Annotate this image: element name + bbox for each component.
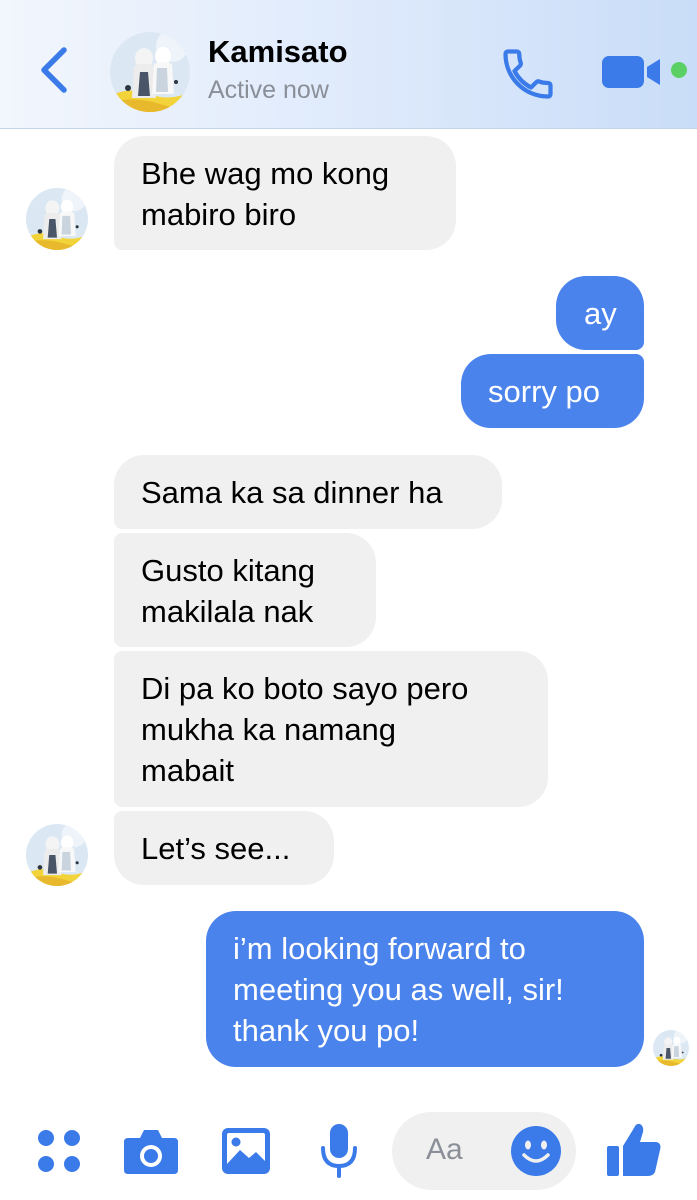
four-dots-icon[interactable]: [36, 1128, 82, 1174]
outgoing-message[interactable]: sorry po: [461, 354, 644, 428]
incoming-message[interactable]: Let’s see...: [114, 811, 334, 885]
contact-avatar-small[interactable]: [26, 188, 88, 250]
contact-name[interactable]: Kamisato: [208, 34, 348, 70]
contact-avatar[interactable]: [110, 32, 190, 112]
chevron-left-icon[interactable]: [34, 42, 74, 98]
contact-avatar-small[interactable]: [26, 824, 88, 886]
message-input[interactable]: [426, 1132, 496, 1168]
camera-icon[interactable]: [122, 1126, 180, 1178]
thumbs-up-icon[interactable]: [604, 1120, 664, 1180]
active-status-dot: [671, 62, 687, 78]
microphone-icon[interactable]: [318, 1122, 360, 1180]
incoming-message[interactable]: Bhe wag mo kong mabiro biro: [114, 136, 456, 250]
image-icon[interactable]: [220, 1126, 272, 1176]
chat-header: Kamisato Active now: [0, 0, 697, 129]
incoming-message[interactable]: Sama ka sa dinner ha: [114, 455, 502, 529]
phone-icon[interactable]: [498, 44, 558, 104]
contact-status: Active now: [208, 76, 329, 104]
outgoing-message[interactable]: ay: [556, 276, 644, 350]
outgoing-message[interactable]: i’m looking forward to meeting you as we…: [206, 911, 644, 1067]
smiley-icon[interactable]: [510, 1125, 562, 1177]
seen-receipt-avatar: [653, 1030, 689, 1066]
incoming-message[interactable]: Di pa ko boto sayo pero mukha ka namang …: [114, 651, 548, 807]
incoming-message[interactable]: Gusto kitang makilala nak: [114, 533, 376, 647]
message-input-container[interactable]: [392, 1112, 576, 1190]
video-camera-icon[interactable]: [600, 50, 666, 94]
